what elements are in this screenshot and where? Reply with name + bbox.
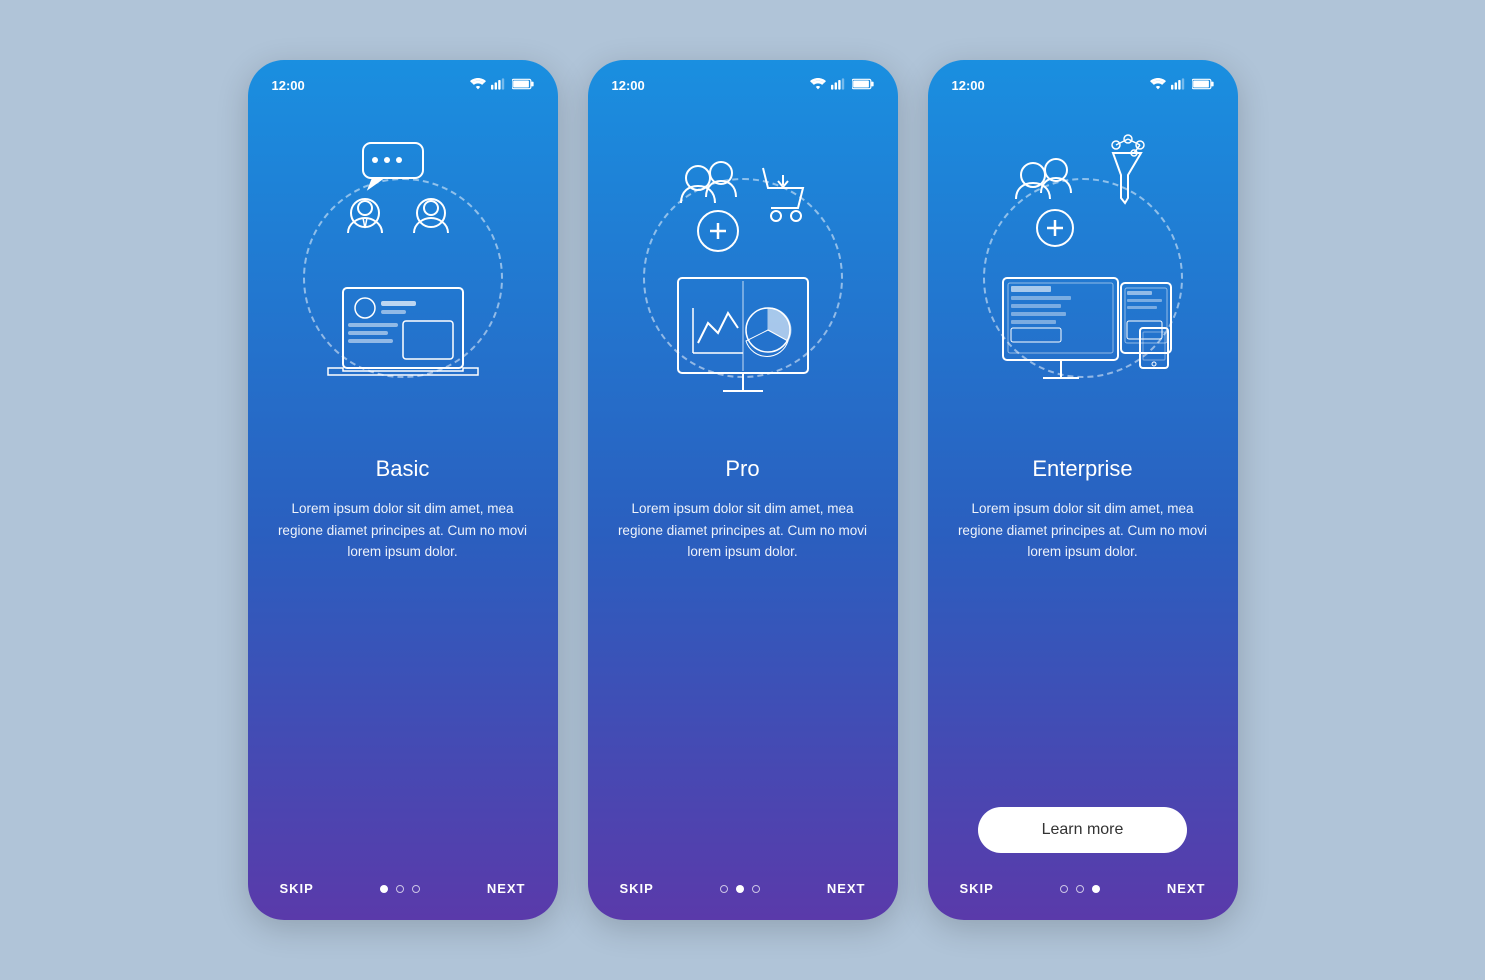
status-bar-pro: 12:00 [612, 78, 874, 93]
time-enterprise: 12:00 [952, 78, 985, 93]
phone-screen-enterprise: 12:00 [928, 60, 1238, 920]
signal-icon-basic [491, 78, 507, 93]
screen-description-pro: Lorem ipsum dolor sit dim amet, mea regi… [612, 498, 874, 861]
time-basic: 12:00 [272, 78, 305, 93]
dots-pro [720, 885, 760, 893]
next-button-basic[interactable]: NEXT [487, 881, 526, 896]
bottom-nav-basic: SKIP NEXT [272, 881, 534, 896]
icon-area-pro [628, 108, 858, 448]
dots-enterprise [1060, 885, 1100, 893]
screen-title-pro: Pro [725, 456, 759, 482]
icon-area-basic [288, 108, 518, 448]
dots-basic [380, 885, 420, 893]
dot-2-pro [736, 885, 744, 893]
dot-2-enterprise [1076, 885, 1084, 893]
icon-area-enterprise [968, 108, 1198, 448]
status-icons-enterprise [1150, 78, 1214, 93]
battery-icon-pro [852, 78, 874, 93]
wifi-icon-enterprise [1150, 78, 1166, 93]
time-pro: 12:00 [612, 78, 645, 93]
skip-button-enterprise[interactable]: SKIP [960, 881, 994, 896]
dashed-circle-basic [303, 178, 503, 378]
status-bar-enterprise: 12:00 [952, 78, 1214, 93]
phone-screen-basic: 12:00 [248, 60, 558, 920]
screen-description-enterprise: Lorem ipsum dolor sit dim amet, mea regi… [952, 498, 1214, 791]
bottom-nav-enterprise: SKIP NEXT [952, 881, 1214, 896]
next-button-enterprise[interactable]: NEXT [1167, 881, 1206, 896]
status-bar-basic: 12:00 [272, 78, 534, 93]
phone-screen-pro: 12:00 [588, 60, 898, 920]
screen-title-basic: Basic [376, 456, 430, 482]
dashed-circle-enterprise [983, 178, 1183, 378]
wifi-icon-basic [470, 78, 486, 93]
status-icons-pro [810, 78, 874, 93]
screens-container: 12:00 [248, 60, 1238, 920]
dot-3-enterprise [1092, 885, 1100, 893]
dot-2-basic [396, 885, 404, 893]
wifi-icon-pro [810, 78, 826, 93]
dot-1-enterprise [1060, 885, 1068, 893]
bottom-nav-pro: SKIP NEXT [612, 881, 874, 896]
dot-3-basic [412, 885, 420, 893]
dashed-circle-pro [643, 178, 843, 378]
next-button-pro[interactable]: NEXT [827, 881, 866, 896]
status-icons-basic [470, 78, 534, 93]
battery-icon-basic [512, 78, 534, 93]
screen-title-enterprise: Enterprise [1032, 456, 1132, 482]
signal-icon-enterprise [1171, 78, 1187, 93]
battery-icon-enterprise [1192, 78, 1214, 93]
screen-description-basic: Lorem ipsum dolor sit dim amet, mea regi… [272, 498, 534, 861]
dot-3-pro [752, 885, 760, 893]
dot-1-pro [720, 885, 728, 893]
skip-button-basic[interactable]: SKIP [280, 881, 314, 896]
dot-1-basic [380, 885, 388, 893]
learn-more-button[interactable]: Learn more [978, 807, 1188, 853]
skip-button-pro[interactable]: SKIP [620, 881, 654, 896]
signal-icon-pro [831, 78, 847, 93]
